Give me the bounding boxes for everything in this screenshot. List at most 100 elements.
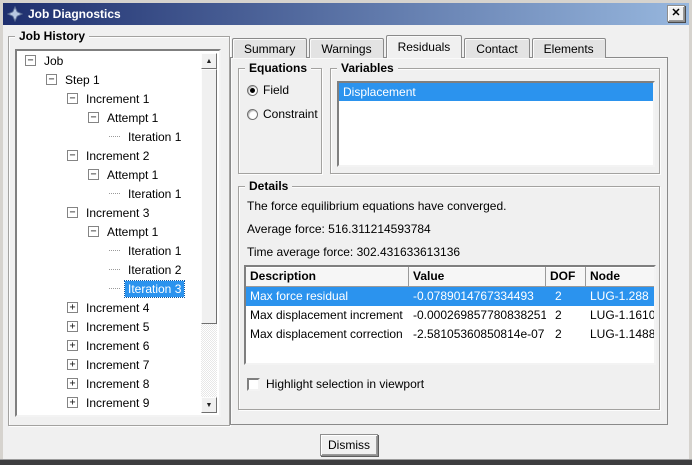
tree-connector bbox=[109, 193, 120, 194]
table-row[interactable]: Max displacement correction-2.5810536085… bbox=[246, 325, 654, 344]
collapse-icon[interactable]: − bbox=[25, 55, 36, 66]
table-row[interactable]: Max force residual-0.07890147673344932LU… bbox=[246, 287, 654, 306]
average-force-text: Average force: 516.311214593784 bbox=[247, 222, 431, 236]
tree-item[interactable]: + Increment 5 bbox=[17, 317, 219, 336]
scroll-down-icon[interactable]: ▼ bbox=[201, 397, 217, 413]
tree-item[interactable]: −Attempt 1 bbox=[17, 165, 219, 184]
cell-node[interactable]: LUG-1.1488 bbox=[586, 325, 654, 344]
radio-field-icon[interactable] bbox=[247, 85, 258, 96]
header-value[interactable]: Value bbox=[409, 267, 546, 286]
collapse-icon[interactable]: − bbox=[67, 207, 78, 218]
highlight-selection-checkbox[interactable]: Highlight selection in viewport bbox=[247, 377, 424, 391]
tree-item[interactable]: + Increment 4 bbox=[17, 298, 219, 317]
radio-constraint[interactable]: Constraint bbox=[247, 107, 318, 121]
tree-item-label[interactable]: Iteration 1 bbox=[125, 129, 184, 145]
radio-field[interactable]: Field bbox=[247, 83, 289, 97]
expand-icon[interactable]: + bbox=[67, 302, 78, 313]
tree-item-label[interactable]: Step 1 bbox=[62, 72, 103, 88]
tree-item[interactable]: + Increment 9 bbox=[17, 393, 219, 412]
header-dof[interactable]: DOF bbox=[546, 267, 586, 286]
tab-warnings[interactable]: Warnings bbox=[309, 38, 383, 58]
collapse-icon[interactable]: − bbox=[46, 74, 57, 85]
tree-item-label[interactable]: Increment 5 bbox=[83, 319, 152, 335]
tab-elements[interactable]: Elements bbox=[532, 38, 606, 58]
tree-item[interactable]: −Attempt 1 bbox=[17, 222, 219, 241]
tree-item-label[interactable]: Increment 7 bbox=[83, 357, 152, 373]
tree-item-label[interactable]: Iteration 3 bbox=[125, 281, 184, 297]
cell-dof[interactable]: 2 bbox=[546, 325, 586, 344]
collapse-icon[interactable]: − bbox=[88, 226, 99, 237]
cell-description[interactable]: Max displacement increment bbox=[246, 306, 409, 325]
tree-item[interactable]: −Job bbox=[17, 51, 219, 70]
equations-label: Equations bbox=[245, 61, 311, 75]
collapse-icon[interactable]: − bbox=[67, 150, 78, 161]
tree-item[interactable]: −Attempt 1 bbox=[17, 108, 219, 127]
tree-item-label[interactable]: Increment 3 bbox=[83, 205, 152, 221]
tree-item-label[interactable]: Increment 4 bbox=[83, 300, 152, 316]
header-node[interactable]: Node bbox=[586, 267, 654, 286]
cell-node[interactable]: LUG-1.1610 bbox=[586, 306, 654, 325]
title-bar[interactable]: Job Diagnostics ✕ bbox=[3, 3, 689, 25]
cell-dof[interactable]: 2 bbox=[546, 306, 586, 325]
tree-item[interactable]: Iteration 3 bbox=[17, 279, 219, 298]
cell-value[interactable]: -0.0789014767334493 bbox=[409, 287, 546, 306]
window-title: Job Diagnostics bbox=[28, 7, 121, 21]
tab-bar: SummaryWarningsResidualsContactElements bbox=[232, 35, 608, 58]
tree-item[interactable]: Iteration 1 bbox=[17, 127, 219, 146]
tree-item[interactable]: + Increment 8 bbox=[17, 374, 219, 393]
variables-list[interactable]: Displacement bbox=[337, 81, 655, 167]
tree-item-label[interactable]: Job bbox=[41, 53, 66, 69]
tree-item[interactable]: Iteration 2 bbox=[17, 260, 219, 279]
expand-icon[interactable]: + bbox=[67, 397, 78, 408]
tree-item[interactable]: −Increment 3 bbox=[17, 203, 219, 222]
tree-item-label[interactable]: Iteration 2 bbox=[125, 262, 184, 278]
cell-description[interactable]: Max force residual bbox=[246, 287, 409, 306]
radio-constraint-icon[interactable] bbox=[247, 109, 258, 120]
expand-icon[interactable]: + bbox=[67, 340, 78, 351]
tree-item-label[interactable]: Increment 8 bbox=[83, 376, 152, 392]
tree-scrollbar[interactable]: ▲ ▼ bbox=[201, 53, 217, 413]
tree-item-label[interactable]: Increment 1 bbox=[83, 91, 152, 107]
tab-contact[interactable]: Contact bbox=[464, 38, 529, 58]
header-description[interactable]: Description bbox=[246, 267, 409, 286]
tree-item[interactable]: −Step 1 bbox=[17, 70, 219, 89]
tree-item-label[interactable]: Iteration 1 bbox=[125, 186, 184, 202]
tree-item[interactable]: Iteration 1 bbox=[17, 241, 219, 260]
scroll-up-icon[interactable]: ▲ bbox=[201, 53, 217, 69]
job-history-label: Job History bbox=[15, 29, 89, 43]
collapse-icon[interactable]: − bbox=[88, 112, 99, 123]
tree-item[interactable]: −Increment 2 bbox=[17, 146, 219, 165]
tree-item-label[interactable]: Increment 2 bbox=[83, 148, 152, 164]
cell-value[interactable]: -2.58105360850814e-07 bbox=[409, 325, 546, 344]
dismiss-button[interactable]: Dismiss bbox=[320, 434, 378, 456]
close-icon: ✕ bbox=[671, 8, 680, 19]
tree-item[interactable]: + Increment 7 bbox=[17, 355, 219, 374]
collapse-icon[interactable]: − bbox=[88, 169, 99, 180]
tree-item-label[interactable]: Increment 9 bbox=[83, 395, 152, 411]
collapse-icon[interactable]: − bbox=[67, 93, 78, 104]
tree-item-label[interactable]: Attempt 1 bbox=[104, 224, 161, 240]
cell-description[interactable]: Max displacement correction bbox=[246, 325, 409, 344]
tree-item[interactable]: −Increment 1 bbox=[17, 89, 219, 108]
cell-dof[interactable]: 2 bbox=[546, 287, 586, 306]
cell-node[interactable]: LUG-1.288 bbox=[586, 287, 654, 306]
variable-item[interactable]: Displacement bbox=[339, 83, 653, 101]
table-row[interactable]: Max displacement increment-0.00026985778… bbox=[246, 306, 654, 325]
scrollbar-thumb[interactable] bbox=[201, 69, 217, 324]
tree-item-label[interactable]: Attempt 1 bbox=[104, 110, 161, 126]
job-history-tree[interactable]: −Job−Step 1−Increment 1−Attempt 1Iterati… bbox=[15, 49, 221, 417]
tree-item[interactable]: Iteration 1 bbox=[17, 184, 219, 203]
tree-item-label[interactable]: Attempt 1 bbox=[104, 167, 161, 183]
close-button[interactable]: ✕ bbox=[667, 5, 685, 22]
cell-value[interactable]: -0.000269857780838251 bbox=[409, 306, 546, 325]
tree-item-label[interactable]: Increment 6 bbox=[83, 338, 152, 354]
tab-summary[interactable]: Summary bbox=[232, 38, 307, 58]
tab-residuals[interactable]: Residuals bbox=[386, 35, 463, 58]
residuals-table[interactable]: Description Value DOF Node Max force res… bbox=[244, 265, 656, 365]
tree-item[interactable]: + Increment 6 bbox=[17, 336, 219, 355]
checkbox-icon[interactable] bbox=[247, 378, 260, 391]
expand-icon[interactable]: + bbox=[67, 359, 78, 370]
tree-item-label[interactable]: Iteration 1 bbox=[125, 243, 184, 259]
expand-icon[interactable]: + bbox=[67, 378, 78, 389]
expand-icon[interactable]: + bbox=[67, 321, 78, 332]
